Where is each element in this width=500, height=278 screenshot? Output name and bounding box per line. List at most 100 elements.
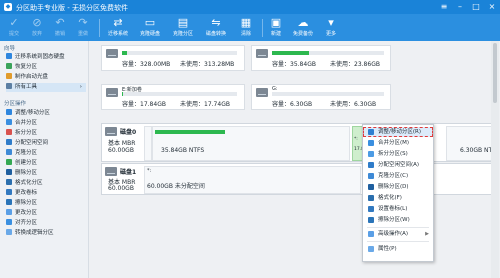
clone-partition-button[interactable]: ▤ 克隆分区: [170, 14, 196, 41]
allocate-icon: [368, 162, 374, 168]
sidebar-item-allocate[interactable]: 分配空闲空间: [6, 139, 86, 148]
advanced-icon: [368, 231, 374, 237]
menu-item-merge[interactable]: 合并分区(M): [363, 138, 433, 148]
chevron-right-icon: ›: [79, 84, 82, 90]
partition-card-e[interactable]: E:新加卷 容量：17.84GB 未使用：17.74GB: [101, 84, 245, 110]
scrollbar[interactable]: [491, 41, 499, 278]
sidebar-item-format[interactable]: 格式化分区: [6, 179, 86, 188]
sidebar-item-align[interactable]: 对齐分区: [6, 219, 86, 228]
drive-icon: [256, 88, 268, 97]
menu-item-split[interactable]: 拆分分区(S): [363, 149, 433, 159]
migrate-icon: [6, 53, 12, 59]
free-backup-button[interactable]: ☁ 免费备份: [290, 14, 316, 41]
sidebar-item-create[interactable]: 创建分区: [6, 159, 86, 168]
new-button[interactable]: ▣ 新建: [266, 14, 286, 41]
menu-item-format[interactable]: 格式化(F): [363, 193, 433, 203]
disk-icon: [105, 167, 117, 176]
partition-block-c[interactable]: 35.84GB NTFS: [152, 126, 350, 161]
redo-button[interactable]: ↷ 重做: [73, 14, 93, 41]
maximize-button[interactable]: □: [471, 1, 481, 12]
menu-item-allocate[interactable]: 分配空闲空间(A): [363, 160, 433, 170]
sidebar-item-clone[interactable]: 克隆分区: [6, 149, 86, 158]
menu-divider: [367, 241, 429, 242]
sidebar-item-wipe[interactable]: 擦除分区: [6, 199, 86, 208]
disk-convert-button[interactable]: ⇋ 磁盘转换: [203, 14, 229, 41]
label-icon: [368, 206, 374, 212]
partition-block-g[interactable]: 6.30GB NTFS: [446, 126, 499, 161]
disk-row[interactable]: 磁盘0 基本 MBR 60.00GB 35.84GB NTFS *: 17.8 …: [101, 123, 499, 162]
sidebar-item-delete[interactable]: 删除分区: [6, 169, 86, 178]
delete-icon: [368, 184, 374, 190]
menu-item-properties[interactable]: 属性(P): [363, 244, 433, 254]
unallocated-block[interactable]: *: 60.00GB 未分配空间: [144, 166, 361, 194]
sidebar-item-split[interactable]: 拆分分区: [6, 129, 86, 138]
sidebar-section-wizard: 向导: [4, 46, 16, 52]
menu-item-label[interactable]: 设置卷标(L): [363, 204, 433, 214]
wipe-icon: [368, 217, 374, 223]
discard-button[interactable]: ⊘ 放弃: [27, 14, 47, 41]
usage-bar: [122, 92, 237, 96]
commit-button[interactable]: ✓ 提交: [4, 14, 24, 41]
context-menu: 调整/移动分区(R) 合并分区(M) 拆分分区(S) 分配空闲空间(A) 克隆分…: [362, 124, 434, 262]
sidebar-item-all-tools[interactable]: 所有工具 ›: [6, 83, 86, 92]
backup-icon: ☁: [297, 16, 309, 29]
system-partition-block[interactable]: [144, 126, 152, 161]
close-button[interactable]: ×: [487, 1, 497, 12]
menu-item-wipe[interactable]: 擦除分区(W): [363, 215, 433, 225]
clone-disk-button[interactable]: ▭ 克隆硬盘: [137, 14, 163, 41]
usage-bar: [272, 51, 384, 55]
chevron-right-icon: ▶: [425, 231, 429, 237]
disk-row[interactable]: 磁盘1 基本 MBR 60.00GB *: 60.00GB 未分配空间: [101, 163, 499, 195]
tools-icon: [6, 83, 12, 89]
allocate-icon: [6, 139, 12, 145]
toolbar-divider: [99, 19, 100, 37]
drive-icon: [106, 49, 118, 58]
resize-icon: [368, 129, 374, 135]
change-icon: [6, 209, 12, 215]
toolbar-divider: [262, 19, 263, 37]
partition-card-g[interactable]: G: 容量：6.30GB 未使用：6.30GB: [251, 84, 391, 110]
migrate-os-button[interactable]: ⇄ 迁移系统: [105, 14, 131, 41]
partition-card[interactable]: 容量：328.00MB 未使用：313.28MB: [101, 45, 245, 71]
sidebar-item-merge[interactable]: 合并分区: [6, 119, 86, 128]
align-icon: [6, 219, 12, 225]
sidebar-item-resize[interactable]: 调整/移动分区: [6, 109, 86, 118]
drive-icon: [106, 88, 118, 97]
minimize-button[interactable]: –: [455, 1, 465, 12]
usage-fill: [155, 130, 225, 134]
disc-icon: [6, 73, 12, 79]
split-icon: [6, 129, 12, 135]
scrollbar-thumb[interactable]: [493, 43, 497, 103]
migrate-icon: ⇄: [113, 16, 123, 29]
menu-item-delete[interactable]: 删除分区(D): [363, 182, 433, 192]
menu-icon[interactable]: ≡: [439, 1, 449, 12]
wipe-button[interactable]: ▦ 清除: [236, 14, 256, 41]
logical-icon: [6, 229, 12, 235]
check-icon: ✓: [9, 16, 19, 29]
disk-icon: [105, 127, 117, 136]
more-button[interactable]: ▾ 更多: [321, 14, 341, 41]
sidebar-item-bootable[interactable]: 制作启动光盘: [6, 73, 86, 82]
sidebar-item-logical[interactable]: 转换成逻辑分区: [6, 229, 86, 238]
discard-icon: ⊘: [32, 16, 42, 29]
merge-icon: [368, 140, 374, 146]
menu-item-clone[interactable]: 克隆分区(C): [363, 171, 433, 181]
sidebar-item-migrate-ssd[interactable]: 迁移系统到固态硬盘: [6, 53, 86, 62]
sidebar-item-recover[interactable]: 恢复分区: [6, 63, 86, 72]
sidebar-item-change[interactable]: 更改分区: [6, 209, 86, 218]
more-icon: ▾: [328, 16, 334, 29]
clone-icon: [368, 173, 374, 179]
menu-item-resize[interactable]: 调整/移动分区(R): [363, 127, 433, 137]
title-bar: ◆ 分区助手专业版 - 无损分区免费软件 ≡ – □ ×: [0, 0, 500, 14]
undo-icon: ↶: [55, 16, 65, 29]
menu-item-advanced[interactable]: 高级操作(A) ▶: [363, 229, 433, 239]
sidebar-item-label[interactable]: 更改卷标: [6, 189, 86, 198]
partition-card[interactable]: 容量：35.84GB 未使用：23.86GB: [251, 45, 391, 71]
merge-icon: [6, 119, 12, 125]
window-title: 分区助手专业版 - 无损分区免费软件: [16, 4, 128, 12]
app-logo-icon: ◆: [4, 3, 12, 11]
undo-button[interactable]: ↶ 撤销: [50, 14, 70, 41]
wipe-icon: [6, 199, 12, 205]
drive-icon: [256, 49, 268, 58]
convert-icon: ⇋: [211, 16, 221, 29]
